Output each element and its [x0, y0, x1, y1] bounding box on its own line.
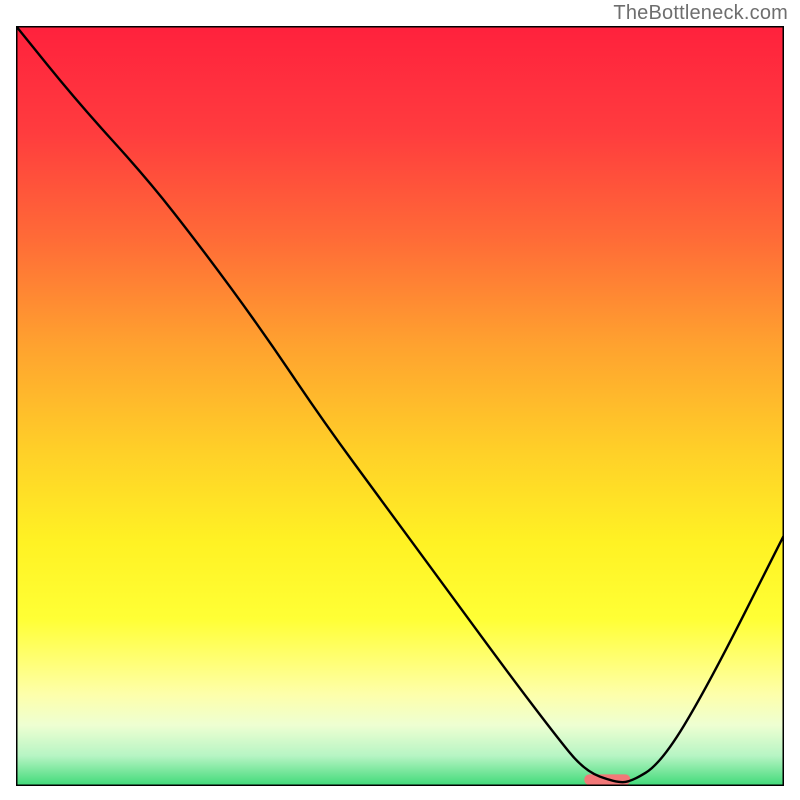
gradient-background [16, 26, 784, 786]
chart-container [16, 26, 784, 786]
bottleneck-chart [16, 26, 784, 786]
watermark-label: TheBottleneck.com [613, 2, 788, 25]
